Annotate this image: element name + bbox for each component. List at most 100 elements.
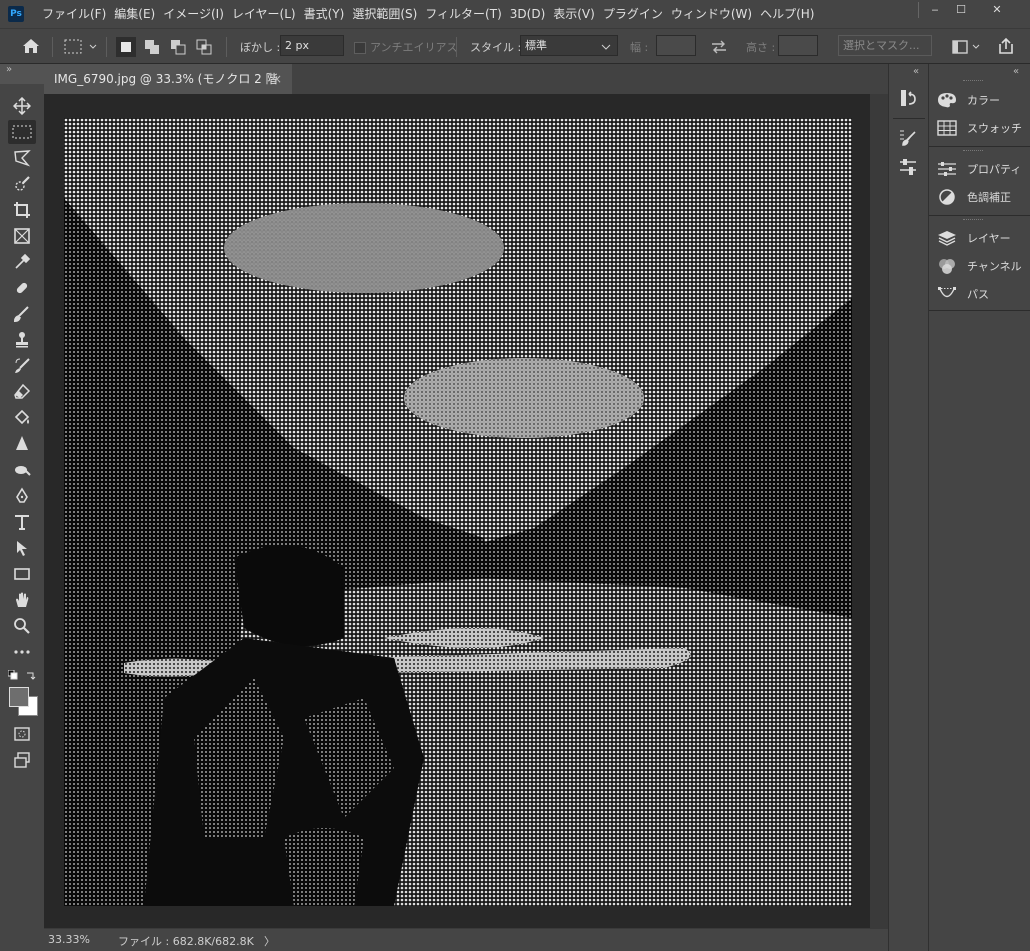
- feather-label: ぼかし :: [240, 41, 281, 54]
- panel-adjustments[interactable]: 色調補正: [937, 186, 1030, 208]
- hand-tool-icon[interactable]: [8, 588, 36, 612]
- document-tab-bar: IMG_6790.jpg @ 33.3% (モノクロ 2 階調) * ×: [44, 64, 888, 116]
- maximize-button[interactable]: ☐: [944, 0, 978, 20]
- close-tab-icon[interactable]: ×: [272, 64, 282, 94]
- add-selection-icon[interactable]: [142, 37, 162, 57]
- select-and-mask-button[interactable]: 選択とマスク...: [838, 35, 932, 56]
- swap-icon[interactable]: [710, 40, 728, 57]
- color-palette-icon: [938, 93, 956, 108]
- eraser-tool-icon[interactable]: [8, 380, 36, 404]
- panel-paths-label: パス: [967, 288, 989, 301]
- adjustments-circle-icon: [939, 189, 955, 205]
- crop-tool-icon[interactable]: [8, 198, 36, 222]
- tools-panel: [0, 84, 44, 951]
- type-tool-icon[interactable]: [8, 510, 36, 534]
- width-label: 幅 :: [630, 41, 649, 54]
- quick-select-tool-icon[interactable]: [8, 172, 36, 196]
- toolbar-collapse-icon[interactable]: »: [0, 64, 50, 84]
- panel-adjustments-label: 色調補正: [967, 191, 1011, 204]
- rect-marquee-tool-icon[interactable]: [8, 120, 36, 144]
- panel-color[interactable]: カラー: [937, 89, 1030, 111]
- antialias-label: アンチエイリアス: [370, 41, 458, 54]
- share-icon[interactable]: [996, 37, 1016, 58]
- menu-select[interactable]: 選択範囲(S): [348, 0, 421, 28]
- eyedropper-tool-icon[interactable]: [8, 250, 36, 274]
- menu-3d[interactable]: 3D(D): [506, 0, 549, 28]
- vertical-scrollbar[interactable]: [870, 94, 888, 928]
- workspace-icon[interactable]: [952, 40, 980, 57]
- brush-tool-icon[interactable]: [8, 302, 36, 326]
- panel-channels-label: チャンネル: [967, 260, 1022, 273]
- intersect-selection-icon[interactable]: [194, 37, 214, 57]
- style-select-value: 標準: [525, 39, 547, 52]
- menu-layer[interactable]: レイヤー(L): [228, 0, 300, 28]
- blur-tool-icon[interactable]: [8, 432, 36, 456]
- menu-type[interactable]: 書式(Y): [300, 0, 349, 28]
- menu-file[interactable]: ファイル(F): [38, 0, 110, 28]
- zoom-level[interactable]: 33.33%: [48, 933, 90, 946]
- clone-stamp-tool-icon[interactable]: [8, 328, 36, 352]
- document-tab[interactable]: IMG_6790.jpg @ 33.3% (モノクロ 2 階調) * ×: [44, 64, 292, 116]
- file-size-info: ファイル : 682.8K/682.8K: [118, 935, 254, 948]
- menu-plugins[interactable]: プラグイン: [599, 0, 667, 28]
- menu-help[interactable]: ヘルプ(H): [756, 0, 818, 28]
- panel-channels[interactable]: チャンネル: [937, 255, 1030, 277]
- menu-edit[interactable]: 編集(E): [110, 0, 159, 28]
- width-input[interactable]: [656, 35, 696, 56]
- move-tool-icon[interactable]: [8, 94, 36, 118]
- canvas-area[interactable]: [44, 94, 870, 928]
- menu-window[interactable]: ウィンドウ(W): [667, 0, 756, 28]
- menu-view[interactable]: 表示(V): [549, 0, 599, 28]
- menu-bar: Ps ファイル(F) 編集(E) イメージ(I) レイヤー(L) 書式(Y) 選…: [0, 0, 1030, 28]
- collapse-right-panels-icon[interactable]: «: [1013, 66, 1019, 77]
- style-select[interactable]: 標準: [520, 35, 618, 56]
- swatches-grid-icon: [937, 120, 957, 136]
- quick-mask-icon[interactable]: [8, 722, 36, 746]
- panel-layers-label: レイヤー: [967, 232, 1011, 245]
- panel-properties[interactable]: プロパティ: [937, 158, 1030, 180]
- collapse-right-icon[interactable]: «: [913, 66, 919, 77]
- lasso-tool-icon[interactable]: [8, 146, 36, 170]
- frame-tool-icon[interactable]: [8, 224, 36, 248]
- panel-swatches[interactable]: スウォッチ: [937, 117, 1030, 139]
- panel-layers[interactable]: レイヤー: [937, 227, 1030, 249]
- subtract-selection-icon[interactable]: [168, 37, 188, 57]
- home-icon[interactable]: [22, 38, 40, 57]
- document-canvas[interactable]: [64, 118, 852, 906]
- tool-presets-icon[interactable]: [899, 158, 917, 181]
- more-tools-icon[interactable]: [8, 640, 36, 664]
- brush-settings-icon[interactable]: [899, 128, 917, 151]
- layers-stack-icon: [938, 231, 956, 246]
- swap-colors-icon[interactable]: [26, 670, 36, 683]
- photoshop-logo-icon: Ps: [8, 6, 24, 22]
- marquee-preset-icon[interactable]: [64, 39, 98, 58]
- foreground-color-swatch[interactable]: [9, 687, 29, 707]
- healing-brush-tool-icon[interactable]: [8, 276, 36, 300]
- panel-paths[interactable]: パス: [937, 283, 1030, 305]
- properties-sliders-icon: [938, 162, 956, 176]
- height-input[interactable]: [778, 35, 818, 56]
- halftone-photo-image: [64, 118, 852, 906]
- menu-image[interactable]: イメージ(I): [159, 0, 228, 28]
- close-button[interactable]: ✕: [980, 0, 1014, 20]
- rectangle-tool-icon[interactable]: [8, 562, 36, 586]
- height-label: 高さ :: [746, 41, 776, 54]
- new-selection-icon[interactable]: [116, 37, 136, 57]
- history-brush-tool-icon[interactable]: [8, 354, 36, 378]
- pen-tool-icon[interactable]: [8, 484, 36, 508]
- screen-mode-icon[interactable]: [8, 748, 36, 772]
- collapsed-panels-column: «: [888, 64, 928, 951]
- antialias-checkbox[interactable]: [354, 42, 366, 54]
- menu-items: ファイル(F) 編集(E) イメージ(I) レイヤー(L) 書式(Y) 選択範囲…: [38, 0, 818, 28]
- path-select-tool-icon[interactable]: [8, 536, 36, 560]
- options-bar: ぼかし : 2 px アンチエイリアス スタイル : 標準 幅 : 高さ : 選…: [0, 28, 1030, 64]
- zoom-tool-icon[interactable]: [8, 614, 36, 638]
- status-menu-arrow-icon[interactable]: 〉: [264, 933, 275, 949]
- dodge-tool-icon[interactable]: [8, 458, 36, 482]
- default-colors-icon[interactable]: [7, 669, 18, 683]
- history-icon[interactable]: [899, 88, 917, 111]
- paint-bucket-tool-icon[interactable]: [8, 406, 36, 430]
- feather-input[interactable]: 2 px: [280, 35, 344, 56]
- channels-circles-icon: [939, 259, 955, 274]
- menu-filter[interactable]: フィルター(T): [421, 0, 505, 28]
